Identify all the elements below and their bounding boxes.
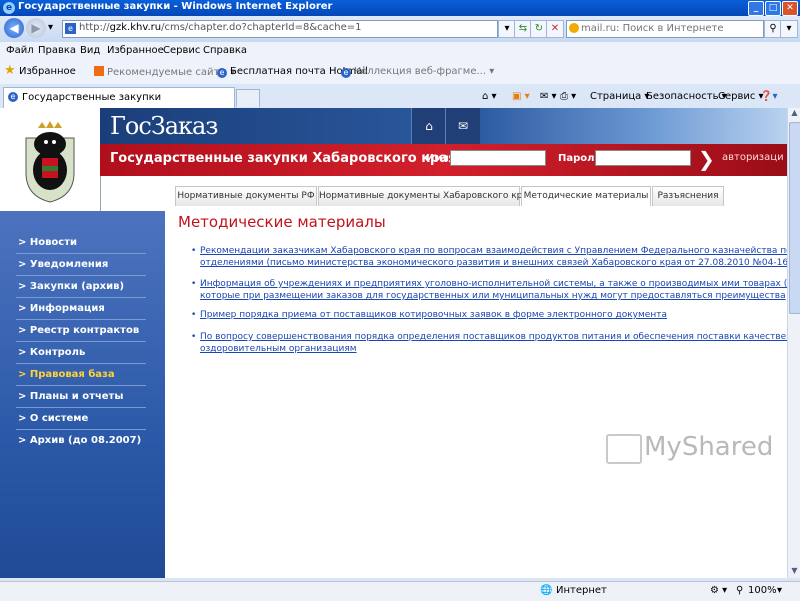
content-tabs: Нормативные документы РФ Нормативные док… xyxy=(165,186,787,206)
login-button[interactable]: авторизаци xyxy=(722,152,784,163)
feeds-icon[interactable]: ▣ ▾ xyxy=(512,91,530,102)
minimize-button[interactable]: _ xyxy=(748,1,764,16)
menu-edit[interactable]: Правка xyxy=(38,45,76,56)
sidebar-item-control[interactable]: > Контроль xyxy=(16,343,146,364)
print-icon[interactable]: ⎙ ▾ xyxy=(560,91,576,102)
protected-mode-icon[interactable]: ⚙ ▾ xyxy=(710,585,727,596)
page-menu[interactable]: Страница ▾ xyxy=(590,91,649,102)
menu-tools[interactable]: Сервис xyxy=(163,45,200,56)
vertical-scrollbar[interactable]: ▲ ▼ xyxy=(787,108,800,578)
home-icon[interactable]: ⌂ ▾ xyxy=(482,91,497,102)
mailru-icon xyxy=(569,23,579,33)
watermark-text: MyShared xyxy=(644,432,774,462)
tab-normative-rf[interactable]: Нормативные документы РФ xyxy=(175,186,317,206)
globe-icon: 🌐 xyxy=(540,585,553,596)
address-toolbar: ◀ ▶ ▾ e http://gzk.khv.ru/cms/chapter.do… xyxy=(0,16,800,43)
window-title: Государственные закупки - Windows Intern… xyxy=(18,1,333,12)
mail-icon[interactable]: ✉ xyxy=(445,108,480,144)
login-input[interactable] xyxy=(450,150,546,166)
suggested-sites-icon xyxy=(94,66,104,76)
favorites-star-icon: ★ xyxy=(4,63,16,78)
menu-bar: Файл Правка Вид Избранное Сервис Справка xyxy=(0,42,800,62)
site-title: Государственные закупки Хабаровского кра… xyxy=(110,151,457,166)
sidebar-item-purchases-archive[interactable]: > Закупки (архив) xyxy=(16,277,146,298)
login-arrow-icon[interactable]: ❯ xyxy=(698,148,718,170)
menu-view[interactable]: Вид xyxy=(80,45,100,56)
tab-bar: e Государственные закупки ⌂ ▾ ▣ ▾ ✉ ▾ ⎙ … xyxy=(0,84,800,109)
history-dropdown-icon[interactable]: ▾ xyxy=(48,22,53,33)
help-icon[interactable]: ❓▾ xyxy=(760,91,777,102)
sidebar-item-news[interactable]: > Новости xyxy=(16,233,146,254)
security-zone: Интернет xyxy=(556,585,607,596)
ie-page-icon: e xyxy=(217,68,227,78)
search-box[interactable] xyxy=(566,20,764,38)
tab-normative-khabarovsk[interactable]: Нормативные документы Хабаровского края xyxy=(318,186,533,206)
forward-button[interactable]: ▶ xyxy=(26,18,46,38)
search-input[interactable] xyxy=(581,22,757,34)
sidebar-item-plans-reports[interactable]: > Планы и отчеты xyxy=(16,387,146,408)
status-bar: 🌐 Интернет ⚙ ▾ ⚲ 100% ▾ xyxy=(0,581,800,601)
scroll-up-icon[interactable]: ▲ xyxy=(788,108,800,120)
tab-clarifications[interactable]: Разъяснения xyxy=(652,186,724,206)
browser-tab-active[interactable]: e Государственные закупки xyxy=(3,87,235,108)
menu-help[interactable]: Справка xyxy=(203,45,247,56)
internet-explorer-icon: e xyxy=(3,2,15,14)
doc-link[interactable]: • По вопросу совершенствования порядка оп… xyxy=(191,331,787,355)
zoom-dropdown-icon[interactable]: ▾ xyxy=(777,585,782,596)
doc-link[interactable]: • Информация об учреждениях и предприятия… xyxy=(191,278,787,302)
content-title: Методические материалы xyxy=(178,213,386,231)
scrollbar-thumb[interactable] xyxy=(789,122,800,314)
home-icon[interactable]: ⌂ xyxy=(411,108,446,144)
favorites-bar: ★ Избранное Рекомендуемые сайты ▾ e Беспл… xyxy=(0,61,800,85)
address-url[interactable]: http://gzk.khv.ru/cms/chapter.do?chapter… xyxy=(79,22,362,33)
site-title-bar: Государственные закупки Хабаровского кра… xyxy=(100,144,787,176)
sidebar-item-about[interactable]: > О системе xyxy=(16,409,146,430)
zoom-level[interactable]: 100% xyxy=(748,585,777,596)
ie-page-icon: e xyxy=(341,68,351,78)
browser-tab-label: Государственные закупки xyxy=(22,92,162,103)
search-options-icon[interactable]: ▾ xyxy=(780,20,798,38)
menu-favorites[interactable]: Избранное xyxy=(107,45,164,56)
coat-of-arms-block xyxy=(0,108,101,211)
fav-web-slice-gallery[interactable]: e Коллекция веб-фрагме... ▾ xyxy=(341,66,494,78)
scroll-down-icon[interactable]: ▼ xyxy=(788,566,800,578)
tab-page-icon: e xyxy=(8,92,18,102)
address-bar[interactable]: e http://gzk.khv.ru/cms/chapter.do?chapt… xyxy=(62,20,498,38)
new-tab-button[interactable] xyxy=(236,89,260,107)
site-logo[interactable]: ГосЗаказ xyxy=(110,112,218,140)
page-viewport: ГосЗаказ ⌂ ✉ Государственные закупки Хаб… xyxy=(0,108,787,578)
sidebar-item-information[interactable]: > Информация xyxy=(16,299,146,320)
mail-icon[interactable]: ✉ ▾ xyxy=(540,91,557,102)
fav-suggested-sites[interactable]: Рекомендуемые сайты ▾ xyxy=(94,66,235,78)
zoom-icon[interactable]: ⚲ xyxy=(736,585,743,596)
tools-menu[interactable]: Сервис ▾ xyxy=(718,91,764,102)
stop-icon[interactable]: ✕ xyxy=(546,20,564,38)
back-button[interactable]: ◀ xyxy=(4,18,24,38)
coat-of-arms-icon xyxy=(25,121,75,203)
doc-link[interactable]: • Пример порядка приема от поставщиков ко… xyxy=(191,309,787,321)
tab-methodical-materials[interactable]: Методические материалы xyxy=(521,186,651,206)
maximize-button[interactable]: □ xyxy=(765,1,781,16)
safety-menu[interactable]: Безопасность ▾ xyxy=(646,91,727,102)
password-input[interactable] xyxy=(595,150,691,166)
window-title-bar: e Государственные закупки - Windows Inte… xyxy=(0,0,800,16)
favorites-button[interactable]: Избранное xyxy=(19,66,76,77)
site-header: ГосЗаказ ⌂ ✉ xyxy=(100,108,787,144)
sidebar-item-legal-base[interactable]: > Правовая база xyxy=(16,365,146,386)
page-icon: e xyxy=(65,23,76,34)
watermark-icon xyxy=(606,434,642,464)
sidebar-item-archive-2007[interactable]: > Архив (до 08.2007) xyxy=(16,431,146,451)
menu-file[interactable]: Файл xyxy=(6,45,34,56)
sidebar-item-contracts-registry[interactable]: > Реестр контрактов xyxy=(16,321,146,342)
close-button[interactable]: ✕ xyxy=(782,1,798,16)
sidebar-nav: > Новости > Уведомления > Закупки (архив… xyxy=(0,211,165,578)
sidebar-item-notifications[interactable]: > Уведомления xyxy=(16,255,146,276)
doc-link[interactable]: • Рекомендации заказчикам Хабаровского кр… xyxy=(191,245,787,269)
login-label: Имя: xyxy=(426,153,453,164)
